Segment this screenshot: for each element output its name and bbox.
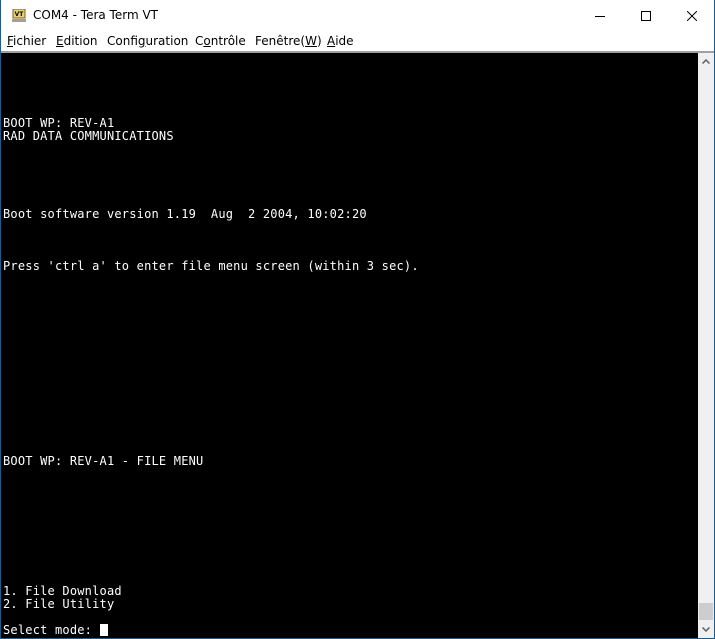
terminal-line: 2. File Utility xyxy=(3,597,115,611)
svg-text:VT: VT xyxy=(15,11,25,18)
menu-accel: E xyxy=(56,34,64,48)
minimize-button[interactable] xyxy=(577,0,623,31)
menu-aide[interactable]: Aide xyxy=(327,34,354,48)
scroll-up-arrow-icon xyxy=(702,59,710,64)
title-bar[interactable]: VT COM4 - Tera Term VT xyxy=(1,0,714,31)
menu-label: dition xyxy=(63,34,98,48)
text-cursor xyxy=(99,624,108,636)
scroll-down-arrow-icon xyxy=(702,627,710,632)
scroll-up-button[interactable] xyxy=(698,53,714,70)
terminal-prompt-line: Select mode: xyxy=(3,624,108,637)
prompt-text: Select mode: xyxy=(3,623,100,637)
menu-label: ) xyxy=(316,34,322,48)
terminal-line: RAD DATA COMMUNICATIONS xyxy=(3,129,174,143)
menu-label: ide xyxy=(335,34,354,48)
menu-label: uration xyxy=(145,34,189,48)
menu-bar: Fichier Edition Configuration Contrôle F… xyxy=(1,31,714,51)
menu-accel: o xyxy=(203,34,211,48)
minimize-icon xyxy=(595,15,605,17)
menu-accel: g xyxy=(137,34,146,48)
menu-controle[interactable]: Contrôle xyxy=(195,34,246,48)
vt-terminal-icon: VT xyxy=(12,9,26,22)
menu-label: ichier xyxy=(13,34,47,48)
menu-fichier[interactable]: Fichier xyxy=(7,34,46,48)
menu-configuration[interactable]: Configuration xyxy=(107,34,188,48)
close-icon xyxy=(687,10,697,21)
menu-fenetre[interactable]: Fenêtre(W) xyxy=(255,34,322,48)
menu-label: Confi xyxy=(107,34,138,48)
terminal-line: Press 'ctrl a' to enter file menu screen… xyxy=(3,259,419,273)
menu-accel: A xyxy=(327,34,336,48)
menu-label: Fenêtre( xyxy=(255,34,306,48)
menu-label: ntrôle xyxy=(210,34,246,48)
vertical-scrollbar[interactable] xyxy=(698,53,714,638)
terminal-screen[interactable]: BOOT WP: REV-A1 RAD DATA COMMUNICATIONS … xyxy=(1,53,698,638)
terminal-line: BOOT WP: REV-A1 - FILE MENU xyxy=(3,454,204,468)
menu-accel: W xyxy=(305,34,317,48)
menu-edition[interactable]: Edition xyxy=(56,34,98,48)
maximize-button[interactable] xyxy=(623,0,669,31)
scrollbar-thumb[interactable] xyxy=(699,603,713,620)
maximize-icon xyxy=(641,10,651,21)
scroll-down-button[interactable] xyxy=(698,621,714,638)
terminal-line: Boot software version 1.19 Aug 2 2004, 1… xyxy=(3,207,367,221)
close-button[interactable] xyxy=(669,0,715,31)
tera-term-window: VT COM4 - Tera Term VT Fichier Edition C… xyxy=(0,0,715,639)
window-title: COM4 - Tera Term VT xyxy=(33,8,158,22)
